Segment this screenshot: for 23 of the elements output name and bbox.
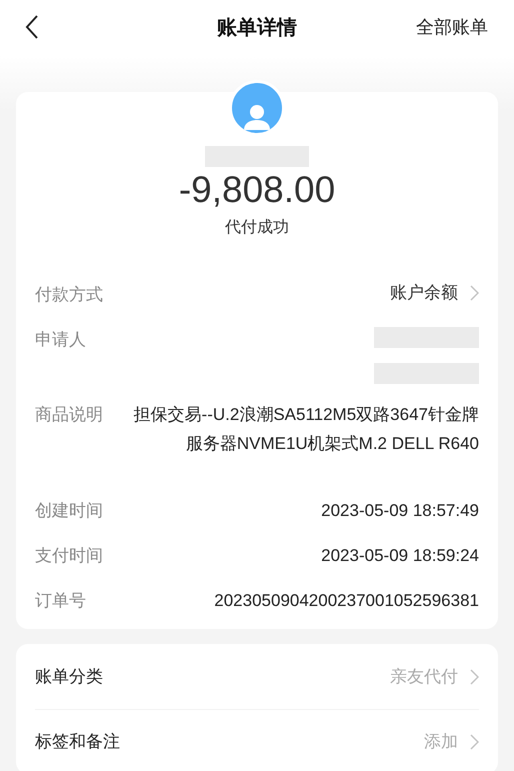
detail-value: 2023050904200237001052596381 bbox=[214, 590, 479, 612]
chevron-right-icon bbox=[470, 284, 479, 301]
detail-label: 付款方式 bbox=[35, 284, 103, 306]
option-label: 账单分类 bbox=[35, 666, 103, 688]
detail-label: 申请人 bbox=[35, 329, 86, 351]
detail-value: 担保交易--U.2浪潮SA5112M5双路3647针金牌服务器NVME1U机架式M.2 DELL R640 bbox=[132, 404, 479, 455]
detail-label: 创建时间 bbox=[35, 500, 103, 522]
chevron-right-icon bbox=[470, 734, 479, 750]
chevron-right-icon bbox=[470, 668, 479, 684]
detail-label: 支付时间 bbox=[35, 545, 103, 567]
all-bills-link[interactable]: 全部账单 bbox=[416, 14, 488, 41]
detail-value: 2023-05-09 18:59:24 bbox=[321, 545, 479, 567]
back-icon[interactable] bbox=[25, 15, 39, 39]
payment-status: 代付成功 bbox=[225, 218, 289, 238]
amount: -9,808.00 bbox=[178, 168, 336, 212]
detail-label: 商品说明 bbox=[35, 404, 103, 426]
option-value[interactable]: 亲友代付 bbox=[390, 664, 458, 690]
option-label: 标签和备注 bbox=[35, 731, 120, 754]
option-value[interactable]: 添加 bbox=[424, 729, 458, 755]
page-title: 账单详情 bbox=[217, 16, 297, 40]
detail-value: 账户余额 bbox=[390, 282, 458, 304]
detail-label: 订单号 bbox=[35, 590, 86, 612]
detail-value: 2023-05-09 18:57:49 bbox=[321, 500, 479, 522]
